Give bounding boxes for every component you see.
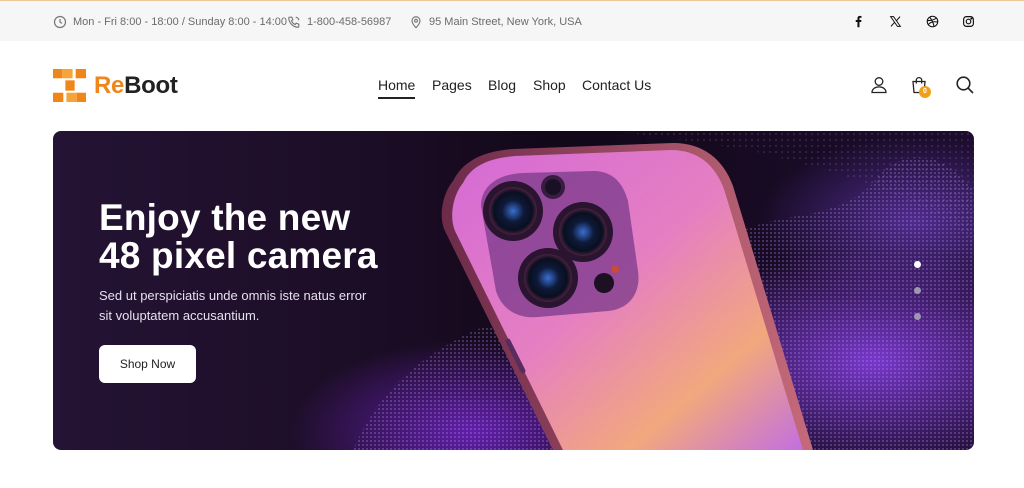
- clock-icon: [53, 15, 67, 28]
- instagram-icon: [962, 16, 974, 27]
- hero-title-line-1: Enjoy the new: [99, 197, 351, 238]
- slider-dot-1[interactable]: [914, 261, 921, 268]
- phone-number-text: 1-800-458-56987: [307, 15, 392, 28]
- nav-item-blog[interactable]: Blog: [488, 75, 516, 99]
- opening-hours: Mon - Fri 8:00 - 18:00 / Sunday 8:00 - 1…: [53, 1, 287, 42]
- top-bar: Mon - Fri 8:00 - 18:00 / Sunday 8:00 - 1…: [0, 0, 1024, 41]
- x-link[interactable]: [885, 1, 905, 42]
- phone-number[interactable]: 1-800-458-56987: [287, 1, 391, 42]
- instagram-link[interactable]: [958, 1, 978, 42]
- nav-item-pages[interactable]: Pages: [432, 75, 472, 99]
- dribbble-icon: [926, 15, 938, 28]
- account-button[interactable]: [867, 73, 891, 97]
- slider-dot-2[interactable]: [914, 287, 921, 294]
- hero-banner: Enjoy the new 48 pixel camera Sed ut per…: [53, 131, 974, 450]
- hero-subtitle: Sed ut perspiciatis unde omnis iste natu…: [99, 288, 367, 323]
- phone-icon: [288, 16, 300, 28]
- address-text: 95 Main Street, New York, USA: [429, 15, 582, 28]
- hero-title: Enjoy the new 48 pixel camera: [99, 199, 439, 275]
- hero-title-line-2: 48 pixel camera: [99, 235, 378, 276]
- slider-dot-3[interactable]: [914, 313, 921, 320]
- nav-item-shop[interactable]: Shop: [533, 75, 566, 99]
- nav-item-home[interactable]: Home: [378, 75, 416, 99]
- x-twitter-icon: [889, 16, 901, 27]
- facebook-link[interactable]: [848, 1, 868, 42]
- search-icon: [956, 76, 974, 94]
- user-icon: [871, 77, 887, 94]
- address: 95 Main Street, New York, USA: [409, 1, 582, 42]
- search-button[interactable]: [953, 73, 977, 97]
- dribbble-link[interactable]: [922, 1, 942, 42]
- opening-hours-text: Mon - Fri 8:00 - 18:00 / Sunday 8:00 - 1…: [73, 15, 288, 28]
- shop-now-button[interactable]: Shop Now: [99, 345, 196, 383]
- cart-count-badge: 0: [919, 86, 931, 98]
- nav-item-contact-us[interactable]: Contact Us: [582, 75, 651, 99]
- location-pin-icon: [411, 15, 421, 29]
- facebook-icon: [855, 15, 862, 28]
